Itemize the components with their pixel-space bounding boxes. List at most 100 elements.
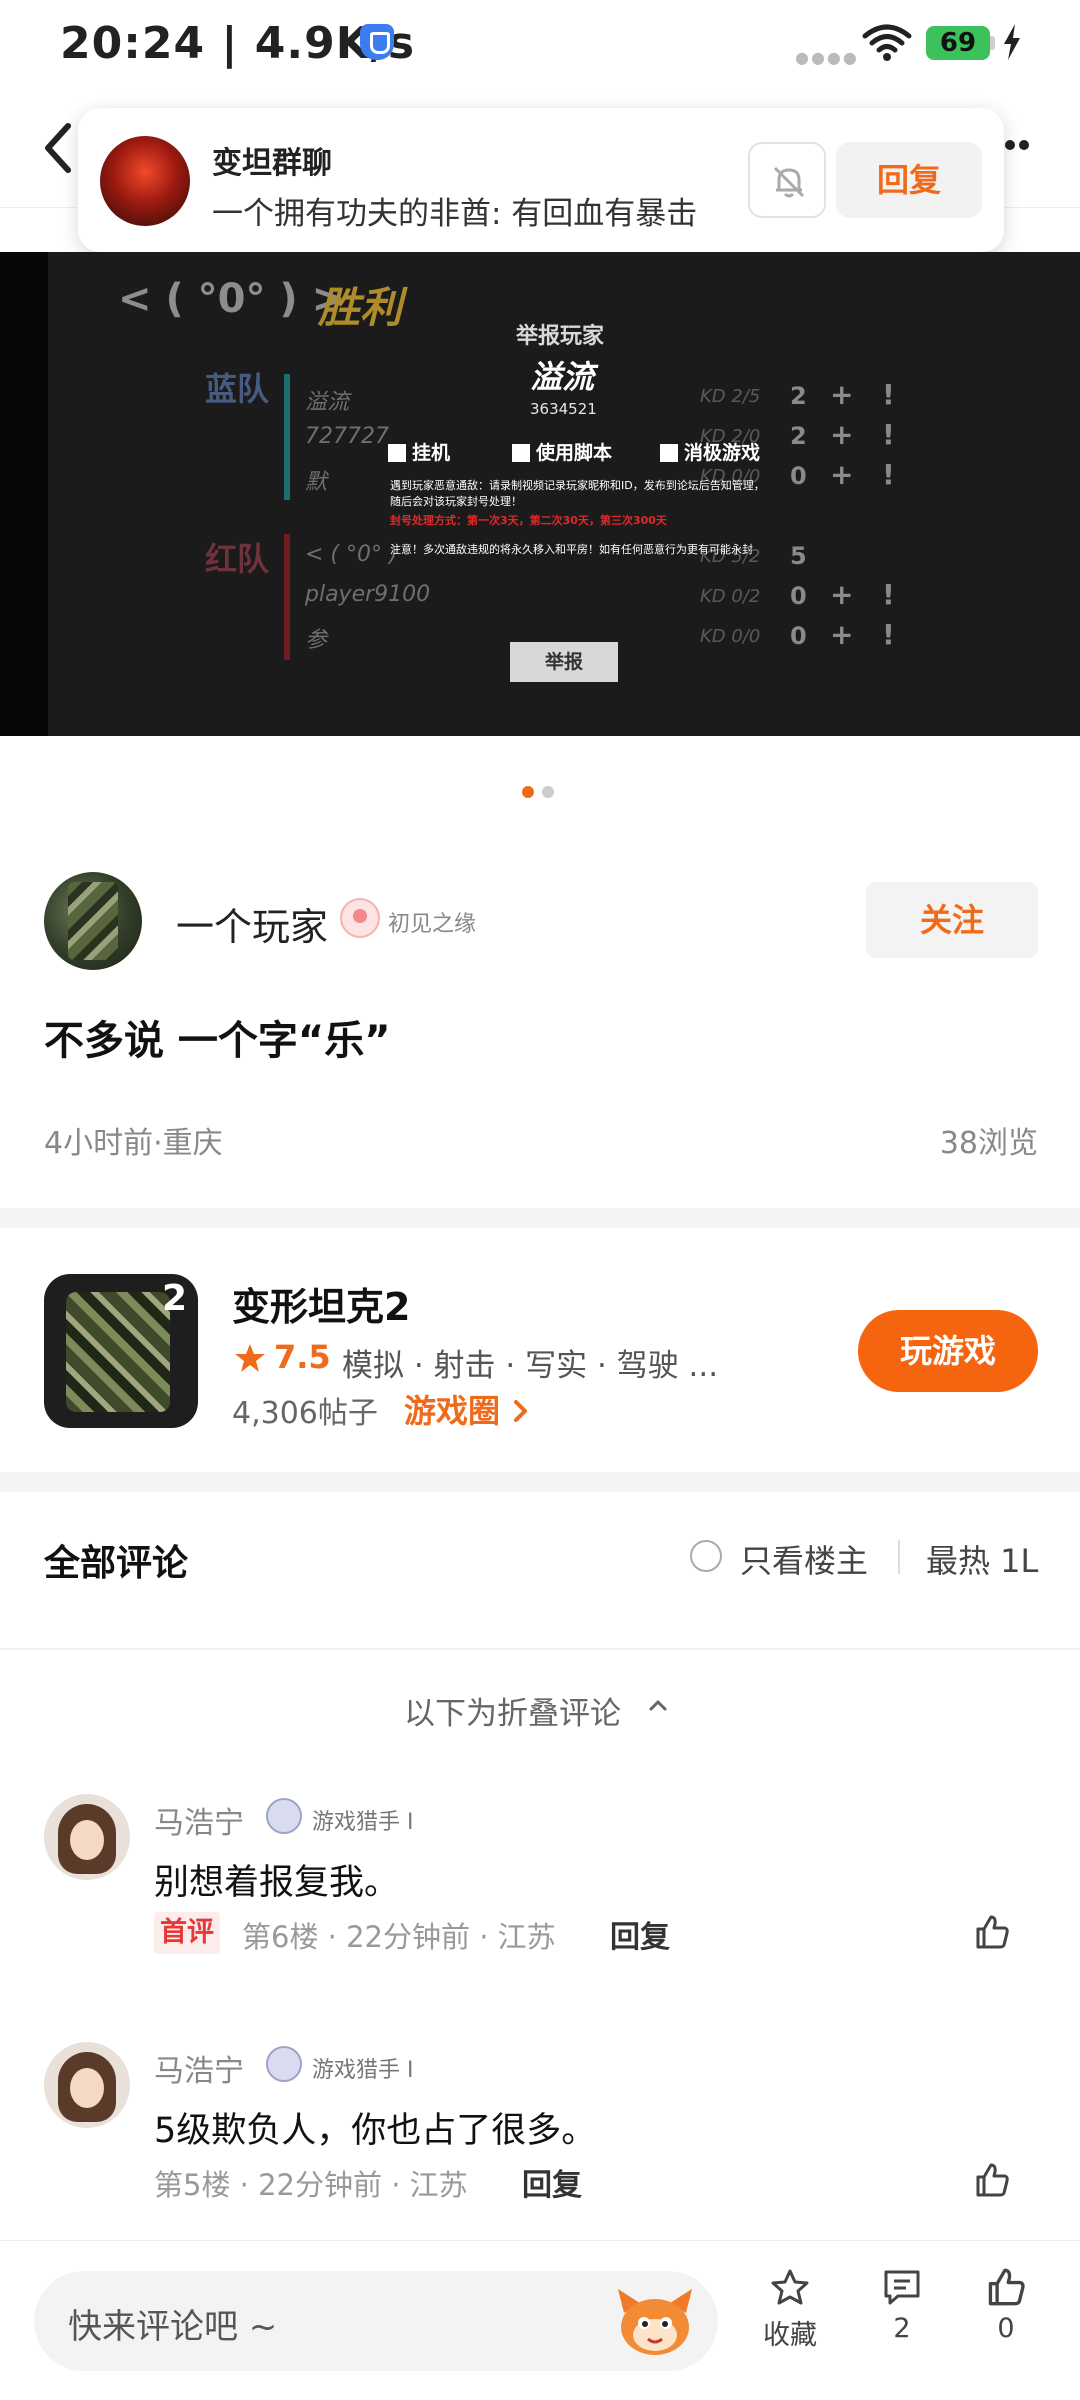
comment-reply-button[interactable]: 回复 xyxy=(610,1912,670,1956)
star-icon xyxy=(235,1344,265,1372)
banner-kd: KD 0/2 xyxy=(700,586,761,607)
chevron-right-icon xyxy=(514,1400,528,1422)
notification-message: 一个拥有功夫的非酋: 有回血有暴击 xyxy=(212,196,698,232)
banner-red-bar xyxy=(284,534,290,660)
comment-meta: 第5楼 · 22分钟前 · 江苏 xyxy=(154,2168,468,2202)
bottom-bar: 快来评论吧 ~ 收藏 2 0 xyxy=(0,2240,1080,2400)
banner-report-name: 溢流 xyxy=(530,358,595,396)
favorite-button[interactable]: 收藏 xyxy=(740,2261,840,2381)
banner-report-mark: ! xyxy=(882,578,895,611)
comment-author[interactable]: 马浩宁 xyxy=(154,1798,244,1842)
banner-plus: + xyxy=(830,578,854,611)
mascot-icon[interactable] xyxy=(614,2283,696,2359)
banner-count: 0 xyxy=(790,582,807,610)
checkbox-icon xyxy=(512,444,530,462)
banner-blue-team: 蓝队 xyxy=(205,370,270,408)
avatar[interactable] xyxy=(44,2042,130,2128)
comment-input[interactable]: 快来评论吧 ~ xyxy=(34,2271,718,2371)
sort-divider xyxy=(898,1540,900,1574)
game-name[interactable]: 变形坦克2 xyxy=(232,1276,410,1331)
checkbox-icon xyxy=(660,444,678,462)
follow-button[interactable]: 关注 xyxy=(866,882,1038,958)
banner-report-mark: ! xyxy=(882,378,895,411)
thumb-up-icon[interactable] xyxy=(974,2162,1010,2198)
comment-count-button[interactable]: 2 xyxy=(852,2261,952,2381)
section-divider xyxy=(0,1472,1080,1492)
banner-edge xyxy=(0,252,48,736)
comment-author[interactable]: 马浩宁 xyxy=(154,2046,244,2090)
banner-red-player: player9100 xyxy=(305,582,431,607)
banner-blue-player: 727727 xyxy=(305,424,389,449)
banner-report-mark: ! xyxy=(882,458,895,491)
avatar[interactable] xyxy=(44,1794,130,1880)
battery-tip xyxy=(990,36,995,50)
banner-plus: + xyxy=(830,418,854,451)
avatar[interactable] xyxy=(44,872,142,970)
favorite-label: 收藏 xyxy=(763,2320,817,2351)
game-rating: 7.5 xyxy=(274,1338,331,1376)
banner-report-button: 举报 xyxy=(510,642,618,682)
game-icon[interactable]: 2 xyxy=(44,1274,198,1428)
comment-text: 5级欺负人，你也占了很多。 xyxy=(154,2111,597,2151)
banner-blue-player: 溢流 xyxy=(305,390,350,415)
comment-reply-button[interactable]: 回复 xyxy=(522,2160,582,2204)
banner-red-player: 参 xyxy=(305,628,328,653)
comments-divider xyxy=(0,1648,1080,1650)
game-circle-link[interactable]: 游戏圈 xyxy=(404,1386,531,1432)
comment-icon xyxy=(884,2270,920,2305)
banner-kd: KD 2/5 xyxy=(700,386,761,407)
banner-count: 2 xyxy=(790,382,807,410)
chevron-up-icon[interactable] xyxy=(648,1698,668,1712)
folded-comments-toggle[interactable]: 以下为折叠评论 xyxy=(404,1688,621,1733)
carousel-indicator xyxy=(522,786,562,798)
game-post-count: 4,306帖子 xyxy=(232,1396,378,1431)
mute-button[interactable] xyxy=(748,142,826,218)
only-op-toggle[interactable]: 只看楼主 xyxy=(740,1536,868,1582)
banner-option: 使用脚本 xyxy=(512,438,612,465)
chat-notification[interactable]: 变坦群聊 一个拥有功夫的非酋: 有回血有暴击 回复 xyxy=(78,108,1004,252)
comment-placeholder: 快来评论吧 ~ xyxy=(68,2307,278,2347)
banner-score: < ( °0° ) > xyxy=(118,276,346,322)
comment-badge: 游戏猎手 I xyxy=(312,1810,414,1835)
group-avatar xyxy=(100,136,190,226)
banner-option-label: 消极游戏 xyxy=(684,442,761,464)
banner-count: 0 xyxy=(790,622,807,650)
signal-dots-icon: ●●●● xyxy=(795,48,859,67)
banner-warning: 遇到玩家恶意通敌：请录制视频记录玩家昵称和ID，发布到论坛后告知管理，随后会对该… xyxy=(390,479,765,508)
comment-text: 别想着报复我。 xyxy=(154,1863,400,1903)
banner-option-label: 挂机 xyxy=(412,442,451,464)
comment-count: 2 xyxy=(893,2313,911,2344)
post-views: 38浏览 xyxy=(939,1126,1038,1161)
banner-count: 5 xyxy=(790,542,807,570)
banner-report-title: 举报玩家 xyxy=(516,324,605,349)
banner-notice: 注意！多次通敌违规的将永久移入和平房！如有任何恶意行为更有可能永封 xyxy=(390,543,753,556)
banner-option-label: 使用脚本 xyxy=(536,442,613,464)
badge-icon xyxy=(340,898,380,938)
like-button[interactable]: 0 xyxy=(956,2261,1056,2381)
post-image-banner[interactable]: < ( °0° ) > 胜利 蓝队 红队 溢流 727727 默 < ( °0°… xyxy=(0,252,1080,736)
battery-indicator: 69 xyxy=(926,26,990,60)
game-circle-label: 游戏圈 xyxy=(404,1392,501,1430)
badge-icon xyxy=(266,2046,302,2082)
banner-option: 消极游戏 xyxy=(660,438,760,465)
banner-kd: KD 0/0 xyxy=(700,626,761,647)
thumb-up-icon[interactable] xyxy=(974,1914,1010,1950)
play-game-button[interactable]: 玩游戏 xyxy=(858,1310,1038,1392)
radio-icon[interactable] xyxy=(690,1540,722,1572)
banner-result: 胜利 xyxy=(318,283,403,332)
comment-badge: 游戏猎手 I xyxy=(312,2058,414,2083)
banner-blue-player: 默 xyxy=(305,470,328,495)
carousel-dot xyxy=(542,786,554,798)
like-count: 0 xyxy=(997,2313,1015,2344)
banner-option: 挂机 xyxy=(388,438,450,465)
notification-reply-button[interactable]: 回复 xyxy=(836,142,982,218)
post-title: 不多说 一个字“乐” xyxy=(44,1018,391,1064)
banner-blue-bar xyxy=(284,374,290,500)
sort-selector[interactable]: 最热 1L xyxy=(926,1536,1038,1582)
game-tags: 模拟 · 射击 · 写实 · 驾驶 ... xyxy=(342,1348,719,1384)
first-comment-tag: 首评 xyxy=(154,1912,220,1954)
banner-ban-rule: 封号处理方式：第一次3天，第二次30天，第三次300天 xyxy=(390,514,667,527)
author-badge: 初见之缘 xyxy=(388,912,477,937)
back-icon[interactable] xyxy=(40,118,80,178)
author-name[interactable]: 一个玩家 xyxy=(176,896,328,951)
